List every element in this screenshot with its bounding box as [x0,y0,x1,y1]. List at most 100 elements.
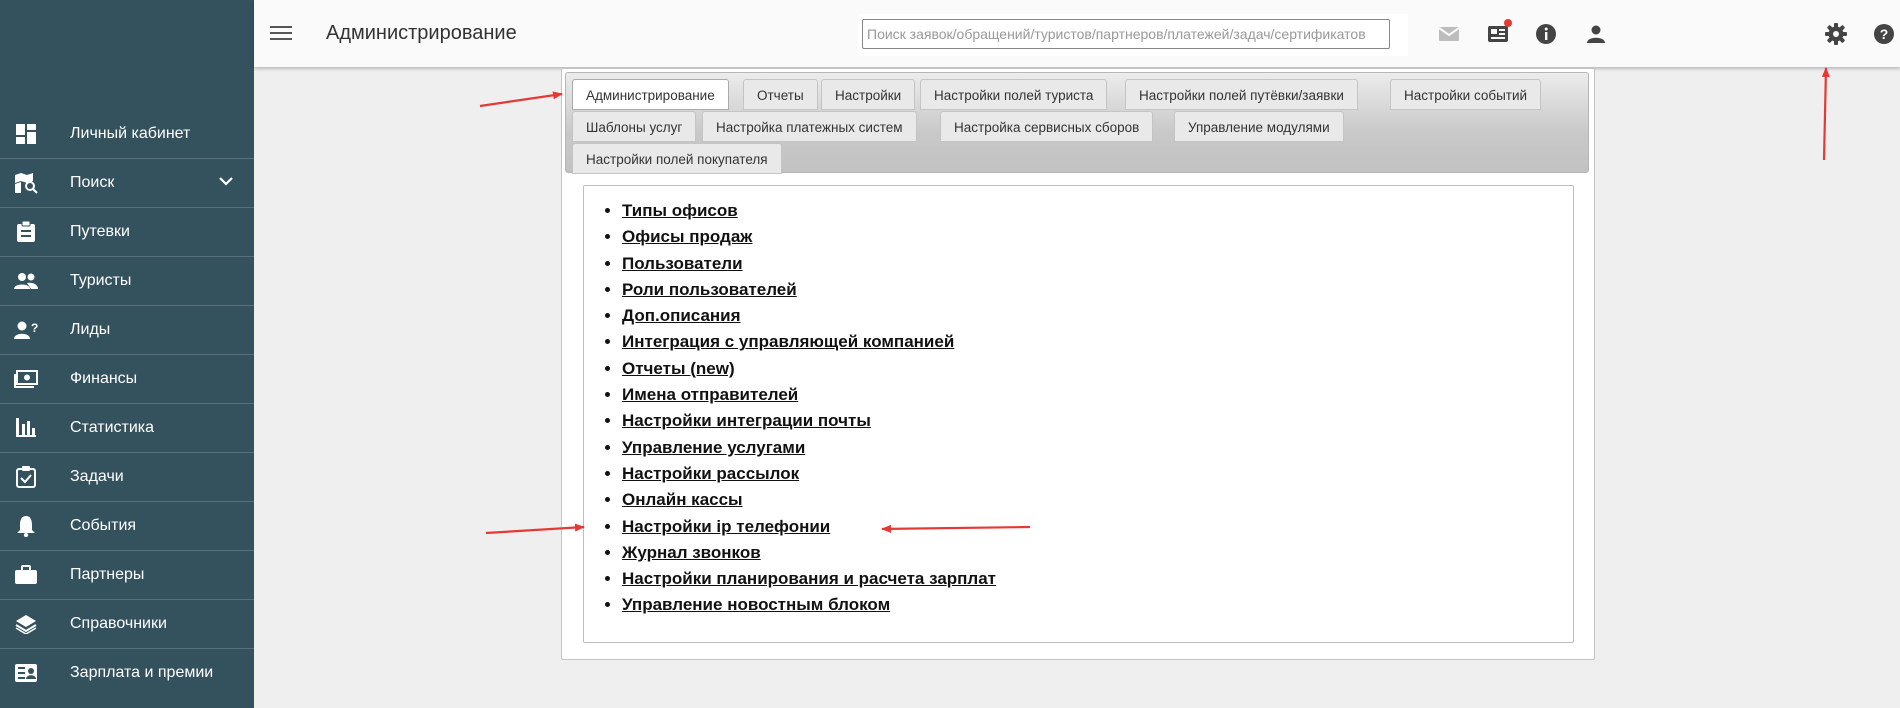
bell-icon [14,515,38,537]
sidebar-item-label: События [70,517,137,534]
chevron-down-icon[interactable] [218,173,234,194]
sidebar-item-label: Статистика [70,419,155,436]
tab-event-settings[interactable]: Настройки событий [1390,79,1542,110]
tab-module-management[interactable]: Управление модулями [1174,111,1344,142]
link-online-cash-registers[interactable]: Онлайн кассы [622,490,743,509]
link-reports-new[interactable]: Отчеты (new) [622,359,735,378]
tab-reports[interactable]: Отчеты [743,79,818,110]
money-icon [14,368,38,390]
link-service-management[interactable]: Управление услугами [622,438,805,457]
link-mailing-settings[interactable]: Настройки рассылок [622,464,799,483]
sidebar-item-label: Справочники [70,615,167,632]
admin-panel: Администрирование Отчеты Настройки Настр… [561,68,1595,660]
news-icon[interactable] [1486,19,1512,46]
task-check-icon [14,466,38,488]
sidebar: Личный кабинет Поиск Путевки Туристы ? Л… [0,0,254,708]
list-item: Офисы продаж [622,224,996,250]
sidebar-item-events[interactable]: События [0,502,254,551]
hamburger-menu-icon[interactable] [270,22,292,44]
top-bar: Администрирование ? [254,0,1900,67]
sidebar-menu: Личный кабинет Поиск Путевки Туристы ? Л… [0,110,254,697]
search-container [858,14,1408,56]
sidebar-item-search[interactable]: Поиск [0,159,254,208]
layers-icon [14,613,38,635]
link-office-types[interactable]: Типы офисов [622,201,738,220]
link-user-roles[interactable]: Роли пользователей [622,280,797,299]
bar-chart-icon [14,417,38,439]
list-item: Настройки ip телефонии [622,514,996,540]
sidebar-item-label: Задачи [70,468,124,485]
list-item: Типы офисов [622,198,996,224]
sidebar-item-tourists[interactable]: Туристы [0,257,254,306]
sidebar-item-salary[interactable]: Зарплата и премии [0,649,254,697]
people-icon [14,270,38,292]
link-call-log[interactable]: Журнал звонков [622,543,761,562]
sidebar-item-label: Лиды [70,321,111,338]
link-management-company-integration[interactable]: Интеграция с управляющей компанией [622,332,954,351]
user-icon[interactable] [1584,22,1608,46]
tab-administration[interactable]: Администрирование [572,79,729,110]
link-sales-offices[interactable]: Офисы продаж [622,227,752,246]
list-item: Журнал звонков [622,540,996,566]
links-box: Типы офисов Офисы продаж Пользователи Ро… [583,185,1574,643]
mail-icon[interactable] [1437,22,1461,46]
link-mail-integration-settings[interactable]: Настройки интеграции почты [622,411,871,430]
tab-bar: Администрирование Отчеты Настройки Настр… [565,72,1589,174]
tab-tourist-fields[interactable]: Настройки полей туриста [920,79,1108,110]
list-item: Пользователи [622,251,996,277]
svg-text:?: ? [31,321,38,335]
list-item: Управление услугами [622,435,996,461]
sidebar-item-label: Партнеры [70,566,145,583]
sidebar-item-label: Туристы [70,272,132,289]
sidebar-item-trips[interactable]: Путевки [0,208,254,257]
sidebar-item-label: Путевки [70,223,130,240]
link-news-block-management[interactable]: Управление новостным блоком [622,595,890,614]
page-title: Администрирование [326,22,517,44]
list-item: Отчеты (new) [622,356,996,382]
link-sender-names[interactable]: Имена отправителей [622,385,798,404]
link-ip-telephony-settings[interactable]: Настройки ip телефонии [622,517,830,536]
list-item: Онлайн кассы [622,487,996,513]
settings-gear-icon[interactable] [1824,22,1848,46]
tab-buyer-fields[interactable]: Настройки полей покупателя [572,143,782,174]
tab-service-fees[interactable]: Настройка сервисных сборов [940,111,1154,142]
info-icon[interactable] [1534,22,1558,46]
notification-dot [1504,19,1512,27]
person-question-icon: ? [14,319,38,341]
clipboard-icon [14,221,38,243]
sidebar-item-leads[interactable]: ? Лиды [0,306,254,355]
list-item: Роли пользователей [622,277,996,303]
sidebar-item-label: Финансы [70,370,138,387]
sidebar-item-tasks[interactable]: Задачи [0,453,254,502]
link-salary-planning-settings[interactable]: Настройки планирования и расчета зарплат [622,569,996,588]
list-item: Настройки интеграции почты [622,408,996,434]
sidebar-item-partners[interactable]: Партнеры [0,551,254,600]
tab-payment-systems[interactable]: Настройка платежных систем [702,111,917,142]
tab-settings[interactable]: Настройки [821,79,916,110]
link-extra-descriptions[interactable]: Доп.описания [622,306,741,325]
annotation-arrow-gear [1821,67,1830,161]
sidebar-item-label: Зарплата и премии [70,664,214,681]
annotation-arrow-tab [479,91,563,108]
sidebar-item-finance[interactable]: Финансы [0,355,254,404]
link-users[interactable]: Пользователи [622,254,743,273]
help-icon[interactable]: ? [1872,22,1896,46]
list-item: Имена отправителей [622,382,996,408]
briefcase-icon [14,564,38,586]
sidebar-item-statistics[interactable]: Статистика [0,404,254,453]
sidebar-item-dashboard[interactable]: Личный кабинет [0,110,254,159]
list-item: Настройки рассылок [622,461,996,487]
id-card-icon [14,662,38,684]
admin-links-list: Типы офисов Офисы продаж Пользователи Ро… [602,198,996,619]
map-search-icon [14,172,38,194]
tab-voucher-fields[interactable]: Настройки полей путёвки/заявки [1125,79,1358,110]
tab-service-templates[interactable]: Шаблоны услуг [572,111,697,142]
svg-text:?: ? [1880,26,1889,42]
search-input[interactable] [862,19,1390,49]
sidebar-item-label: Поиск [70,174,115,191]
list-item: Интеграция с управляющей компанией [622,329,996,355]
sidebar-item-references[interactable]: Справочники [0,600,254,649]
list-item: Доп.описания [622,303,996,329]
list-item: Настройки планирования и расчета зарплат [622,566,996,592]
dashboard-icon [14,123,38,145]
